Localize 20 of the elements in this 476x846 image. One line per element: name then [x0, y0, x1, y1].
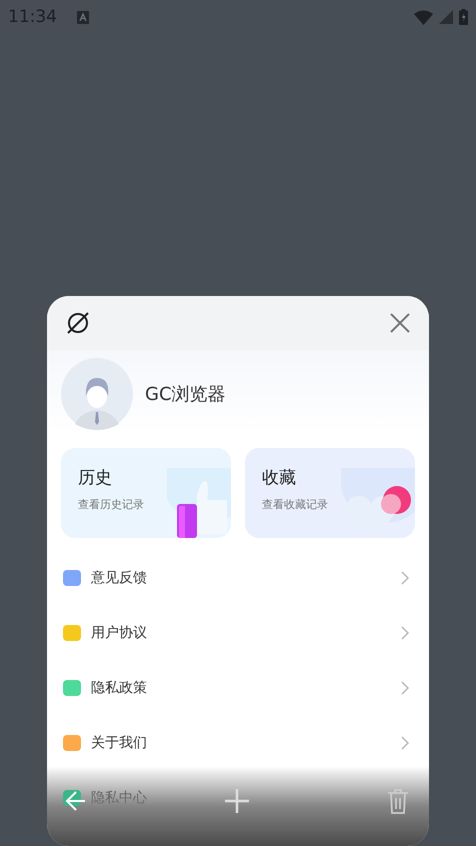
menu-item[interactable]: 意见反馈	[47, 550, 429, 605]
shortcut-title: 历史	[78, 467, 113, 489]
shortcut-subtitle: 查看收藏记录	[262, 497, 328, 512]
profile-name: GC浏览器	[145, 383, 226, 406]
menu-item[interactable]: 关于我们	[47, 715, 429, 770]
close-icon[interactable]	[389, 312, 411, 334]
back-arrow-icon[interactable]	[65, 790, 87, 812]
menu-item[interactable]: 用户协议	[47, 605, 429, 660]
trash-icon[interactable]	[387, 788, 409, 814]
wifi-icon	[414, 10, 433, 24]
shortcut-card[interactable]: 收藏 查看收藏记录	[245, 448, 415, 538]
shortcut-title: 收藏	[262, 467, 297, 489]
shortcut-subtitle: 查看历史记录	[78, 497, 144, 512]
battery-icon	[459, 9, 468, 25]
plus-icon[interactable]	[225, 789, 249, 813]
signal-icon	[439, 10, 453, 24]
shortcut-card[interactable]: 历史 查看历史记录	[61, 448, 231, 538]
menu-item[interactable]: 隐私政策	[47, 660, 429, 715]
avatar[interactable]	[61, 358, 133, 430]
notification-icon	[77, 10, 89, 24]
